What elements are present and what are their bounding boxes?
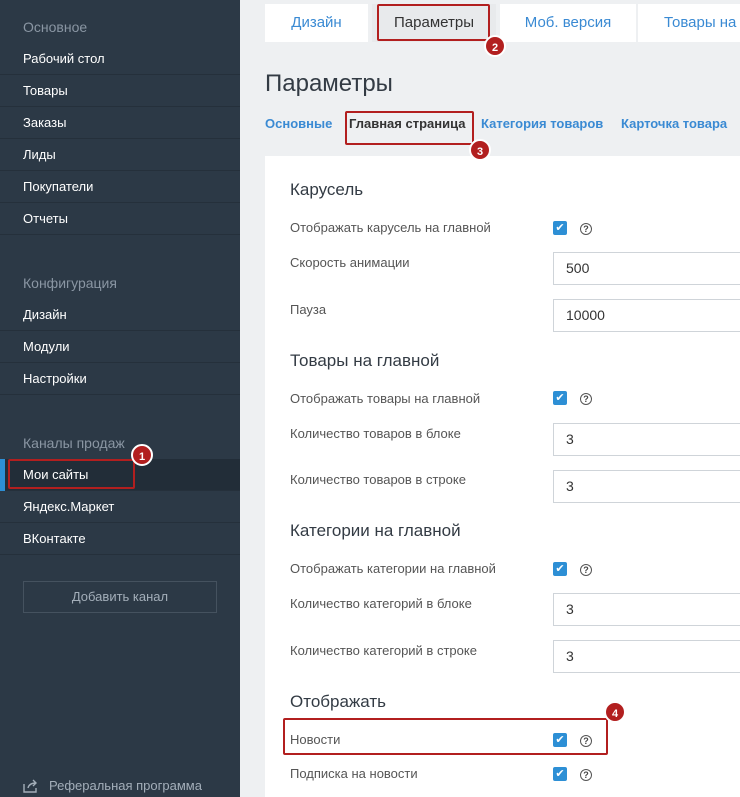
sidebar-section-main: Основное (23, 19, 88, 35)
carousel-show-checkbox[interactable]: ✔ (553, 221, 567, 235)
annotation-badge-1: 1 (131, 444, 153, 466)
categories-count-block-input[interactable]: 3 (553, 593, 740, 626)
sidebar-item-vkontakte[interactable]: ВКонтакте (0, 523, 240, 555)
annotation-badge-4: 4 (604, 701, 626, 723)
share-icon (23, 779, 37, 793)
subtab-main-page[interactable]: Главная страница (349, 116, 465, 131)
annotation-badge-2: 2 (484, 35, 506, 57)
carousel-show-label: Отображать карусель на главной (290, 220, 491, 235)
subtab-product-card[interactable]: Карточка товара (621, 116, 727, 131)
tab-products-main[interactable]: Товары на гл (638, 4, 740, 42)
sidebar-section-config: Конфигурация (23, 275, 117, 291)
products-show-label: Отображать товары на главной (290, 391, 481, 406)
section-title-products: Товары на главной (290, 351, 440, 370)
categories-count-row-label: Количество категорий в строке (290, 643, 477, 658)
news-label: Новости (290, 732, 341, 747)
help-icon[interactable]: ? (580, 735, 592, 747)
sidebar-item-my-sites[interactable]: Мои сайты (0, 459, 240, 491)
products-count-row-label: Количество товаров в строке (290, 472, 466, 487)
subtab-product-category[interactable]: Категория товаров (481, 116, 603, 131)
referral-link[interactable]: Реферальная программа (23, 778, 202, 793)
section-title-categories: Категории на главной (290, 521, 461, 540)
categories-show-label: Отображать категории на главной (290, 561, 496, 576)
help-icon[interactable]: ? (580, 393, 592, 405)
categories-count-row-input[interactable]: 3 (553, 640, 740, 673)
sidebar-item-orders[interactable]: Заказы (0, 107, 240, 139)
sidebar-item-design[interactable]: Дизайн (0, 299, 240, 331)
section-title-display: Отображать (290, 692, 387, 711)
categories-show-checkbox[interactable]: ✔ (553, 562, 567, 576)
news-checkbox[interactable]: ✔ (553, 733, 567, 747)
subscribe-label: Подписка на новости (290, 766, 418, 781)
sidebar-item-reports[interactable]: Отчеты (0, 203, 240, 235)
sidebar-item-leads[interactable]: Лиды (0, 139, 240, 171)
sidebar-item-customers[interactable]: Покупатели (0, 171, 240, 203)
tab-design[interactable]: Дизайн (265, 4, 368, 42)
tab-mobile-version[interactable]: Моб. версия (500, 4, 636, 42)
tab-parameters[interactable]: Параметры (372, 4, 496, 42)
page-title: Параметры (265, 70, 393, 97)
carousel-speed-input[interactable]: 500 (553, 252, 740, 285)
add-channel-button[interactable]: Добавить канал (23, 581, 217, 613)
subscribe-checkbox[interactable]: ✔ (553, 767, 567, 781)
carousel-pause-label: Пауза (290, 302, 327, 317)
sidebar-item-dashboard[interactable]: Рабочий стол (0, 43, 240, 75)
annotation-badge-3: 3 (469, 139, 491, 161)
carousel-pause-input[interactable]: 10000 (553, 299, 740, 332)
sidebar-item-modules[interactable]: Модули (0, 331, 240, 363)
referral-label: Реферальная программа (49, 778, 202, 793)
section-title-carousel: Карусель (290, 180, 364, 199)
products-show-checkbox[interactable]: ✔ (553, 391, 567, 405)
categories-count-block-label: Количество категорий в блоке (290, 596, 472, 611)
sidebar-section-channels: Каналы продаж (23, 435, 125, 451)
help-icon[interactable]: ? (580, 769, 592, 781)
sidebar-item-products[interactable]: Товары (0, 75, 240, 107)
sidebar-item-yandex-market[interactable]: Яндекс.Маркет (0, 491, 240, 523)
help-icon[interactable]: ? (580, 564, 592, 576)
sidebar: Основное Рабочий стол Товары Заказы Лиды… (0, 0, 240, 797)
help-icon[interactable]: ? (580, 223, 592, 235)
subtab-basic[interactable]: Основные (265, 116, 332, 131)
products-count-row-input[interactable]: 3 (553, 470, 740, 503)
products-count-block-input[interactable]: 3 (553, 423, 740, 456)
products-count-block-label: Количество товаров в блоке (290, 426, 461, 441)
sidebar-item-settings[interactable]: Настройки (0, 363, 240, 395)
carousel-speed-label: Скорость анимации (290, 255, 410, 270)
